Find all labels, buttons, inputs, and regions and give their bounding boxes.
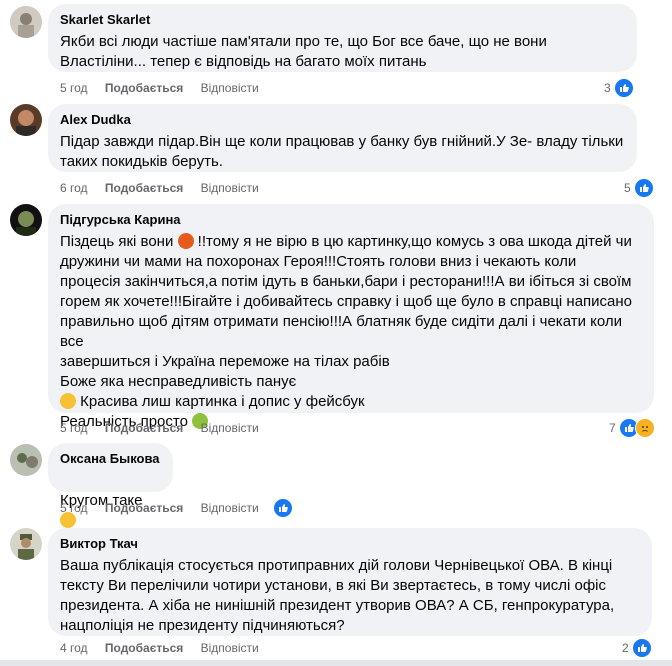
comment-author[interactable]: Оксана Быкова bbox=[60, 451, 161, 467]
sad-icon bbox=[634, 418, 655, 438]
comment-text: Якби всі люди частіше пам'ятали про те, … bbox=[60, 33, 547, 70]
reaction-count[interactable] bbox=[273, 498, 293, 518]
comment-bubble: Skarlet Skarlet Якби всі люди частіше па… bbox=[48, 4, 637, 72]
comment-bubble: Alex Dudka Підар завжди підар.Він ще кол… bbox=[48, 104, 637, 172]
reaction-count[interactable]: 7 bbox=[609, 418, 655, 438]
like-button[interactable]: Подобається bbox=[105, 421, 183, 435]
like-button[interactable]: Подобається bbox=[105, 641, 183, 655]
comment-actions: 4 год Подобається Відповісти bbox=[60, 641, 273, 655]
like-icon bbox=[631, 638, 652, 658]
comment-author[interactable]: Skarlet Skarlet bbox=[60, 12, 625, 28]
comment-time[interactable]: 5 год bbox=[60, 81, 88, 95]
comment-bubble: Виктор Ткач Ваша публікація стосується п… bbox=[48, 528, 652, 636]
text-line: !!тому я не вірю в цю картинку,що комусь… bbox=[197, 233, 632, 250]
like-icon bbox=[273, 498, 293, 518]
reaction-count[interactable]: 2 bbox=[622, 638, 652, 658]
text-line: Піздець які вони bbox=[60, 233, 174, 250]
text-line: правильно щоб дітям отримати пенсію!!!А … bbox=[60, 313, 622, 350]
comment-author[interactable]: Підгурська Карина bbox=[60, 212, 642, 228]
comment-time[interactable]: 6 год bbox=[60, 181, 88, 195]
text-line: завершиться і Україна переможе на тілах … bbox=[60, 353, 390, 370]
comment-time[interactable]: 5 год bbox=[60, 501, 88, 515]
reply-button[interactable]: Відповісти bbox=[201, 181, 259, 195]
like-icon bbox=[633, 178, 654, 198]
avatar[interactable] bbox=[10, 528, 42, 560]
comment-text: Ваша публікація стосується протиправних … bbox=[60, 557, 615, 634]
comment-text: Підар завжди підар.Він ще коли працював … bbox=[60, 133, 624, 170]
reaction-number: 5 bbox=[624, 181, 631, 195]
text-line: процесія закінчиться,а потім ідуть в бан… bbox=[60, 273, 632, 290]
avatar[interactable] bbox=[10, 104, 42, 136]
reaction-count[interactable]: 5 bbox=[624, 178, 654, 198]
reaction-count[interactable]: 3 bbox=[604, 78, 634, 98]
comment-actions: 5 год Подобається Відповісти bbox=[60, 81, 273, 95]
angry-emoji bbox=[177, 233, 194, 249]
comment-author[interactable]: Alex Dudka bbox=[60, 112, 625, 128]
avatar[interactable] bbox=[10, 204, 42, 236]
comment-actions: 6 год Подобається Відповісти bbox=[60, 181, 273, 195]
comment-time[interactable]: 4 год bbox=[60, 641, 88, 655]
comment-time[interactable]: 5 год bbox=[60, 421, 88, 435]
avatar[interactable] bbox=[10, 6, 42, 38]
like-button[interactable]: Подобається bbox=[105, 181, 183, 195]
comment-actions: 5 год Подобається Відповісти bbox=[60, 501, 273, 515]
comment-bubble: Підгурська Карина Піздець які вони !!том… bbox=[48, 204, 654, 430]
reply-button[interactable]: Відповісти bbox=[201, 641, 259, 655]
reaction-number: 7 bbox=[609, 421, 616, 435]
avatar[interactable] bbox=[10, 444, 42, 476]
like-icon bbox=[613, 78, 634, 98]
comment-actions: 5 год Подобається Відповісти bbox=[60, 421, 273, 435]
like-button[interactable]: Подобається bbox=[105, 501, 183, 515]
comment-text: Піздець які вони !!тому я не вірю в цю к… bbox=[60, 232, 642, 432]
reply-button[interactable]: Відповісти bbox=[201, 501, 259, 515]
reply-button[interactable]: Відповісти bbox=[201, 81, 259, 95]
comment-author[interactable]: Виктор Ткач bbox=[60, 536, 640, 552]
text-line: дружини чи мами на похоронах Героя!!!Сто… bbox=[60, 253, 577, 270]
like-button[interactable]: Подобається bbox=[105, 81, 183, 95]
text-line: горем як хочете!!!Бігайте і добивайтесь … bbox=[60, 293, 633, 310]
text-line: Красива лиш картинка і допис у фейсбук bbox=[80, 393, 365, 410]
text-line: Боже яка несправедливість панує bbox=[60, 373, 297, 390]
divider bbox=[0, 660, 672, 666]
reaction-number: 3 bbox=[604, 81, 611, 95]
disappointed-emoji bbox=[60, 393, 76, 409]
comment-bubble: Оксана Быкова Кругом таке bbox=[48, 443, 173, 528]
reply-button[interactable]: Відповісти bbox=[201, 421, 259, 435]
reaction-number: 2 bbox=[622, 641, 629, 655]
